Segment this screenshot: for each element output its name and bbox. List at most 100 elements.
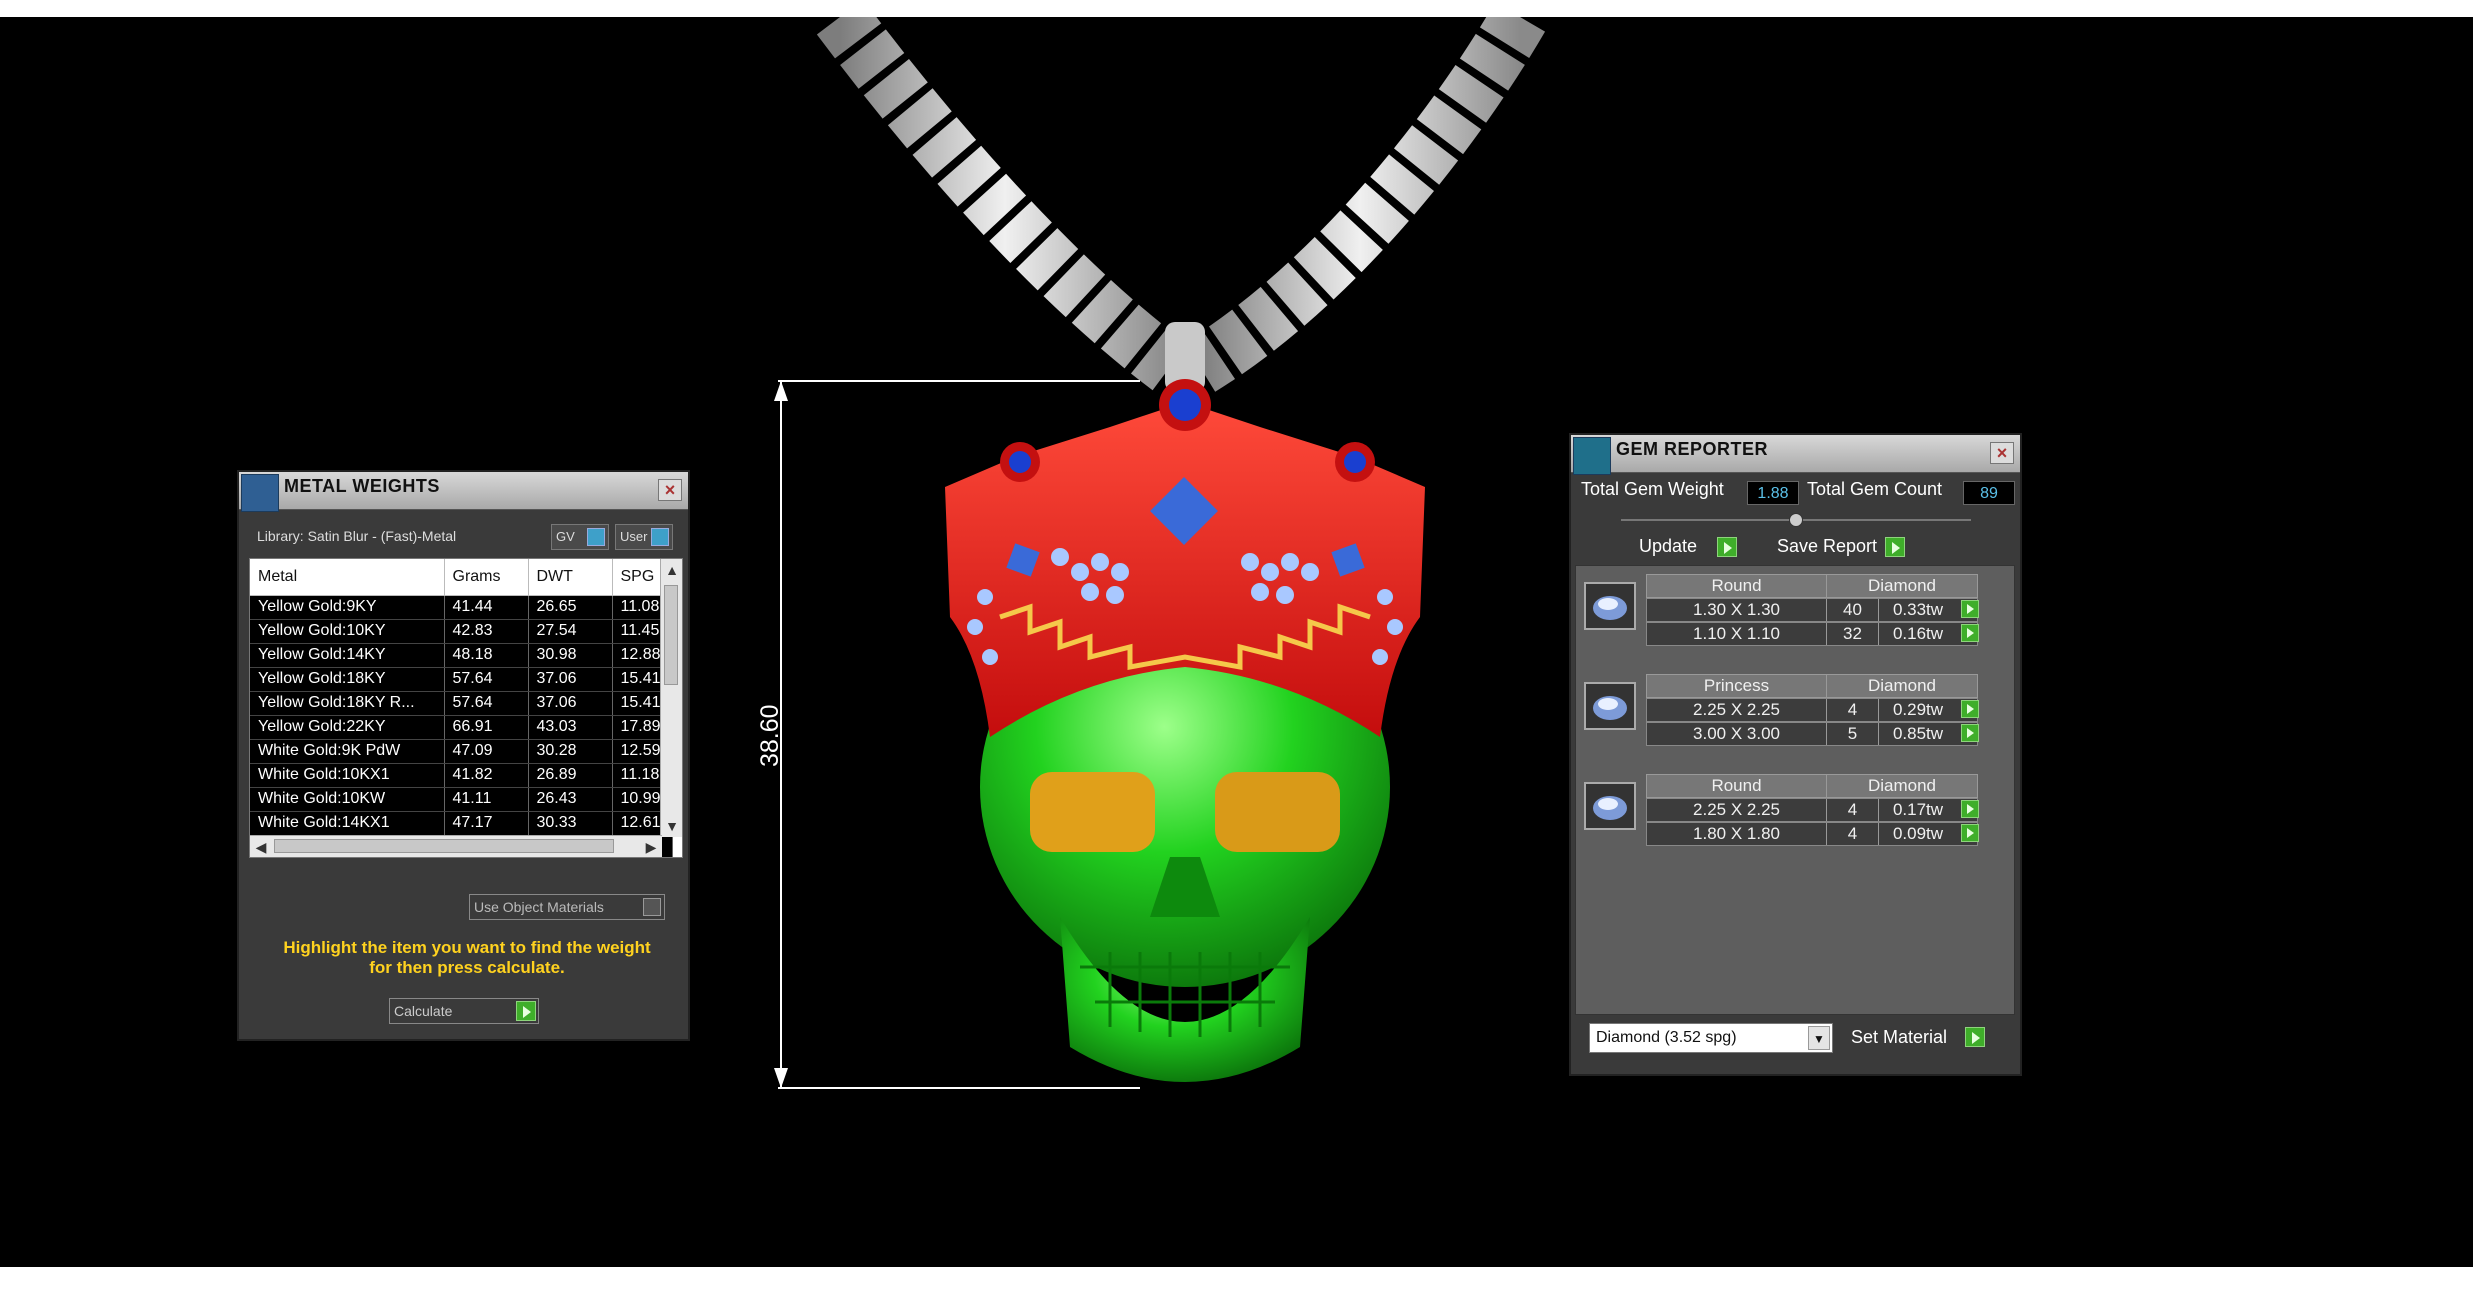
table-row[interactable]: White Gold:9K PdW 47.09 30.28 12.59 — [250, 739, 673, 764]
gem-shape: Round — [1647, 575, 1827, 597]
gem-count: 4 — [1827, 699, 1879, 721]
column-header-dwt[interactable]: DWT — [528, 559, 613, 596]
column-header-metal[interactable]: Metal — [250, 559, 445, 596]
gem-weight: 0.16tw — [1892, 624, 1944, 643]
gem-group-header: Round Diamond — [1646, 574, 1978, 598]
gem-size-row[interactable]: 1.80 X 1.80 4 0.09tw — [1646, 822, 1979, 846]
gem-material: Diamond — [1867, 676, 1937, 695]
scroll-right-icon[interactable]: ▶ — [640, 836, 662, 857]
gem-size: 2.25 X 2.25 — [1647, 699, 1827, 721]
gem-weight: 0.33tw — [1892, 600, 1944, 619]
round-gem-icon[interactable] — [1584, 782, 1636, 830]
total-gem-weight-value: 1.88 — [1747, 481, 1799, 505]
dwt-cell: 26.43 — [528, 787, 613, 812]
dwt-cell: 30.28 — [528, 739, 613, 764]
gem-reporter-close-icon[interactable]: × — [1990, 442, 2014, 464]
metal-weights-panel: METAL WEIGHTS × Library: Satin Blur - (F… — [237, 470, 690, 1041]
table-row[interactable]: Yellow Gold:14KY 48.18 30.98 12.88 — [250, 643, 673, 668]
save-report-label: Save Report — [1777, 536, 1878, 556]
column-header-grams[interactable]: Grams — [444, 559, 529, 596]
play-arrow-icon[interactable] — [1961, 800, 1979, 818]
total-gem-count-label: Total Gem Count — [1807, 479, 1943, 499]
gem-size-row[interactable]: 1.10 X 1.10 32 0.16tw — [1646, 622, 1979, 646]
gv-toggle-indicator — [587, 528, 605, 546]
left-eye — [1030, 772, 1155, 852]
user-toggle[interactable]: User — [615, 524, 673, 550]
instruction-line-1: Highlight the item you want to find the … — [283, 938, 651, 957]
chain — [816, 17, 1546, 392]
table-row[interactable]: Yellow Gold:9KY 41.44 26.65 11.08 — [250, 595, 673, 620]
gv-toggle-label: GV — [556, 529, 575, 544]
metal-name-cell: Yellow Gold:22KY — [250, 715, 445, 740]
use-object-materials-checkbox[interactable]: Use Object Materials — [469, 894, 665, 920]
gem-weight: 0.29tw — [1892, 700, 1944, 719]
set-material-button[interactable]: Set Material — [1851, 1027, 1986, 1048]
right-eye — [1215, 772, 1340, 852]
scroll-left-icon[interactable]: ◀ — [250, 836, 272, 857]
princess-gem-icon[interactable] — [1584, 682, 1636, 730]
grams-cell: 57.64 — [444, 691, 529, 716]
hscroll-thumb[interactable] — [274, 839, 614, 853]
metal-table[interactable]: Metal Grams DWT SPG Yellow Gold:9KY 41.44… — [249, 558, 683, 858]
gv-toggle[interactable]: GV — [551, 524, 609, 550]
table-row[interactable]: White Gold:10KW 41.11 26.43 10.99 — [250, 787, 673, 812]
instruction-text: Highlight the item you want to find the … — [257, 938, 677, 978]
library-label: Library: Satin Blur - (Fast)-Metal — [257, 528, 457, 544]
gem-size: 2.25 X 2.25 — [1647, 799, 1827, 821]
table-row[interactable]: White Gold:14KX1 47.17 30.33 12.61 — [250, 811, 673, 836]
scroll-down-icon[interactable]: ▼ — [661, 815, 682, 837]
grams-cell: 47.17 — [444, 811, 529, 836]
gem-slider-handle[interactable] — [1789, 513, 1803, 527]
play-arrow-icon[interactable] — [1961, 700, 1979, 718]
table-row[interactable]: Yellow Gold:18KY R... 57.64 37.06 15.41 — [250, 691, 673, 716]
metal-name-cell: Yellow Gold:14KY — [250, 643, 445, 668]
set-material-label: Set Material — [1851, 1027, 1948, 1047]
table-row[interactable]: White Gold:10KX1 41.82 26.89 11.18 — [250, 763, 673, 788]
metal-weights-header[interactable]: METAL WEIGHTS × — [239, 472, 688, 512]
dimension-value: 38.60 — [756, 704, 784, 767]
metal-name-cell: Yellow Gold:18KY R... — [250, 691, 445, 716]
play-arrow-icon[interactable] — [1961, 724, 1979, 742]
gem-size-row[interactable]: 2.25 X 2.25 4 0.17tw — [1646, 798, 1979, 822]
gem-size: 1.30 X 1.30 — [1647, 599, 1827, 621]
gem-count: 40 — [1827, 599, 1879, 621]
dwt-cell: 43.03 — [528, 715, 613, 740]
gem-list[interactable]: Round Diamond 1.30 X 1.30 40 0.33tw 1.10 X 1.… — [1575, 565, 2015, 1015]
total-gem-count-value: 89 — [1963, 481, 2015, 505]
chevron-down-icon[interactable]: ▼ — [1808, 1026, 1830, 1050]
table-row[interactable]: Yellow Gold:18KY 57.64 37.06 15.41 — [250, 667, 673, 692]
gem-reporter-header[interactable]: GEM REPORTER × — [1571, 435, 2020, 475]
gem-size: 1.10 X 1.10 — [1647, 623, 1827, 645]
play-arrow-icon — [1885, 537, 1906, 557]
metal-name-cell: Yellow Gold:9KY — [250, 595, 445, 620]
metal-table-vscroll[interactable]: ▲ ▼ — [660, 559, 682, 837]
table-row[interactable]: Yellow Gold:10KY 42.83 27.54 11.45 — [250, 619, 673, 644]
update-button[interactable]: Update — [1633, 535, 1738, 561]
metal-weights-close-icon[interactable]: × — [658, 479, 682, 501]
gem-material: Diamond — [1867, 776, 1937, 795]
dwt-cell: 30.98 — [528, 643, 613, 668]
total-gem-weight-label: Total Gem Weight — [1581, 479, 1724, 499]
metal-table-hscroll[interactable]: ◀ ▶ — [250, 835, 662, 857]
gem-weight: 0.09tw — [1892, 824, 1944, 843]
gem-shape: Princess — [1647, 675, 1827, 697]
play-arrow-icon[interactable] — [1961, 600, 1979, 618]
save-report-button[interactable]: Save Report — [1771, 535, 1906, 561]
grams-cell: 41.44 — [444, 595, 529, 620]
gem-size-row[interactable]: 1.30 X 1.30 40 0.33tw — [1646, 598, 1979, 622]
gem-size-row[interactable]: 2.25 X 2.25 4 0.29tw — [1646, 698, 1979, 722]
gem-size: 1.80 X 1.80 — [1647, 823, 1827, 845]
scroll-up-icon[interactable]: ▲ — [661, 559, 682, 581]
update-label: Update — [1639, 536, 1698, 556]
table-row[interactable]: Yellow Gold:22KY 66.91 43.03 17.89 — [250, 715, 673, 740]
material-select[interactable]: Diamond (3.52 spg) ▼ — [1589, 1023, 1833, 1053]
play-arrow-icon[interactable] — [1961, 824, 1979, 842]
gem-count: 5 — [1827, 723, 1879, 745]
calculate-button[interactable]: Calculate — [389, 998, 539, 1024]
grams-cell: 57.64 — [444, 667, 529, 692]
gem-size-row[interactable]: 3.00 X 3.00 5 0.85tw — [1646, 722, 1979, 746]
round-gem-icon[interactable] — [1584, 582, 1636, 630]
vscroll-thumb[interactable] — [664, 585, 678, 685]
play-arrow-icon[interactable] — [1961, 624, 1979, 642]
grams-cell: 66.91 — [444, 715, 529, 740]
